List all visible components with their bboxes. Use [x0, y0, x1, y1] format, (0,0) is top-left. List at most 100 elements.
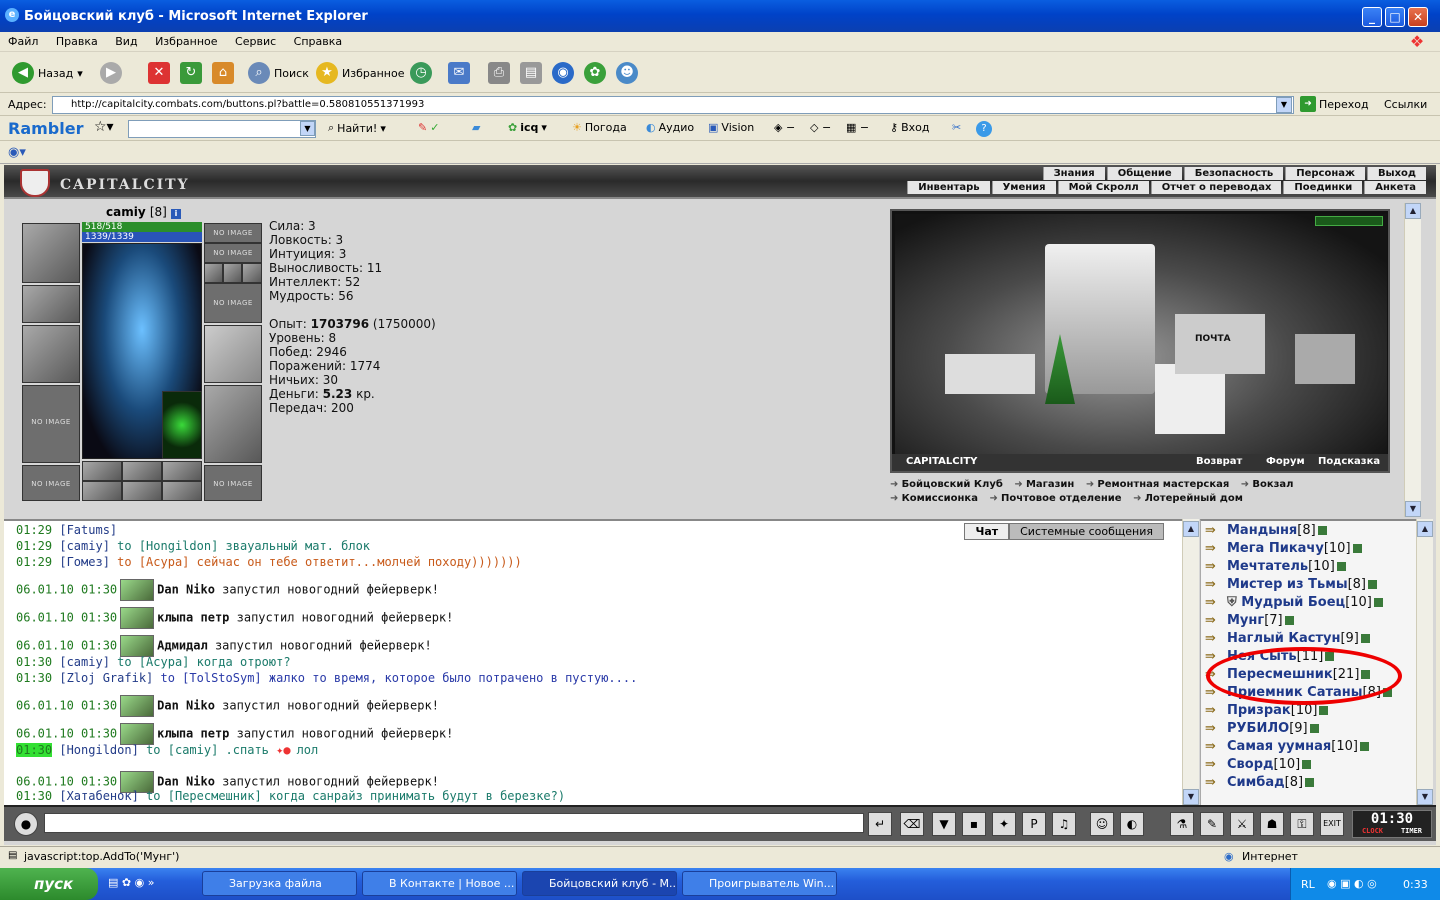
ring-slot-3[interactable] [162, 461, 202, 481]
chat-panel[interactable]: Чат Системные сообщения 01:29 [Fatums] 01… [4, 519, 1182, 805]
ring-slot-1[interactable] [82, 461, 122, 481]
belt-slot[interactable]: NO IMAGE [22, 465, 80, 501]
boots-slot[interactable]: NO IMAGE [204, 465, 262, 501]
user-info-icon[interactable] [1305, 778, 1315, 787]
chat-nick[interactable]: Dan Niko [157, 699, 215, 713]
nav-skills[interactable]: Умения [991, 181, 1056, 194]
shield-slot[interactable] [204, 325, 262, 383]
task-download[interactable]: Загрузка файла [202, 871, 357, 896]
link-consignment[interactable]: Комиссионка [890, 493, 978, 504]
nav-security[interactable]: Безопасность [1183, 167, 1284, 180]
private-message-arrow-icon[interactable]: ⇛ [1205, 523, 1227, 538]
user-list-item[interactable]: ⇛ Мандыня[8] [1205, 523, 1327, 538]
nav-knowledge[interactable]: Знания [1042, 167, 1105, 180]
city-map-image[interactable]: ПОЧТА [895, 214, 1387, 454]
private-message-arrow-icon[interactable]: ⇛ [1205, 541, 1227, 556]
nav-profile[interactable]: Анкета [1364, 181, 1426, 194]
rune-slot-1[interactable] [82, 481, 122, 501]
chat-nick[interactable]: [Fatums] [59, 523, 117, 537]
chat-mode-button[interactable]: ● [14, 812, 38, 836]
user-info-icon[interactable] [1284, 616, 1294, 625]
chat-nick[interactable]: [Гомез] [59, 555, 110, 569]
help-button[interactable]: ? [976, 121, 992, 137]
menu-tools[interactable]: Сервис [227, 32, 282, 48]
chat-timestamp[interactable]: 06.01.10 01:30 [16, 727, 117, 741]
filter-button[interactable]: ▼ [932, 812, 956, 836]
rune-slot-2[interactable] [122, 481, 162, 501]
character-name[interactable]: camiy [8] i [106, 205, 182, 219]
chat-scroll-down-button[interactable]: ▼ [1183, 789, 1199, 805]
link-shop[interactable]: Магазин [1014, 479, 1074, 490]
user-info-icon[interactable] [1373, 598, 1383, 607]
send-button[interactable]: ↵ [868, 812, 892, 836]
highlight-button[interactable]: ✎ ✓ [418, 121, 439, 134]
chat-nick[interactable]: Адмидал [157, 639, 208, 653]
chat-timestamp[interactable]: 01:30 [16, 743, 53, 757]
chat-scroll-up-button[interactable]: ▲ [1183, 521, 1199, 537]
legs-slot[interactable] [204, 385, 262, 463]
action-button-1[interactable]: ⚗ [1170, 812, 1194, 836]
left-building[interactable] [945, 354, 1035, 394]
user-list-item[interactable]: ⇛ Призрак[10] [1205, 703, 1329, 718]
private-message-arrow-icon[interactable]: ⇛ [1205, 577, 1227, 592]
tab-system-messages[interactable]: Системные сообщения [1009, 523, 1164, 540]
chat-timestamp[interactable]: 06.01.10 01:30 [16, 611, 117, 625]
link-post-office[interactable]: Почтовое отделение [989, 493, 1121, 504]
audio-button[interactable]: ◐ Аудио [646, 121, 694, 134]
task-vkontakte[interactable]: В Контакте | Новое ... [362, 871, 517, 896]
rambler-search-input[interactable] [128, 120, 316, 138]
private-message-arrow-icon[interactable]: ⇛ [1205, 613, 1227, 628]
user-list-item[interactable]: ⇛ Симбад[8] [1205, 775, 1315, 790]
gloves-slot[interactable]: NO IMAGE [204, 283, 262, 323]
user-nick[interactable]: Симбад [1227, 775, 1285, 790]
find-button[interactable]: ⌕ Найти! ▾ [328, 121, 386, 135]
task-fight-club[interactable]: Бойцовский клуб - М... [522, 871, 677, 896]
small-slot-3[interactable] [242, 263, 262, 283]
user-info-icon[interactable] [1359, 742, 1369, 751]
right-building[interactable] [1295, 334, 1355, 384]
scroll-down-button[interactable]: ▼ [1405, 501, 1421, 517]
chat-timestamp[interactable]: 06.01.10 01:30 [16, 639, 117, 653]
user-nick[interactable]: Мистер из Тьмы [1227, 577, 1348, 592]
necklace-slot[interactable]: NO IMAGE [204, 243, 262, 263]
user-list-item[interactable]: ⇛ Мунг[7] [1205, 613, 1294, 628]
chat-timestamp[interactable]: 01:29 [16, 539, 52, 553]
quicklaunch-icons[interactable]: ▤ ✿ ◉ » [108, 876, 154, 889]
nav-exit[interactable]: Выход [1366, 167, 1426, 180]
forward-button[interactable]: ▶ [100, 61, 122, 85]
mail-button[interactable]: ✉ [448, 61, 470, 85]
user-list-item[interactable]: ⇛ Сворд[10] [1205, 757, 1312, 772]
city-view[interactable]: ПОЧТА CAPITALCITY Возврат Форум Подсказк… [890, 209, 1390, 473]
user-list-item[interactable]: ⇛ Мечтатель[10] [1205, 559, 1346, 574]
user-nick[interactable]: Сворд [1227, 757, 1274, 772]
user-nick[interactable]: Мандыня [1227, 523, 1297, 538]
user-nick[interactable]: Мудрый Боец [1241, 595, 1345, 610]
task-media-player[interactable]: Проигрыватель Win... [682, 871, 837, 896]
exit-button[interactable]: EXIT [1320, 812, 1344, 836]
menu-view[interactable]: Вид [107, 32, 143, 48]
action-button-3[interactable]: ⚔ [1230, 812, 1254, 836]
info-icon[interactable]: i [171, 209, 182, 219]
favorite-star-icon[interactable]: ☆▾ [94, 119, 114, 135]
chat-nick[interactable]: [Хатабенок] [59, 789, 138, 803]
toolbar-icon[interactable]: ◉▾ [8, 145, 26, 160]
smiley-button[interactable]: ☺ [1090, 812, 1114, 836]
church-building[interactable] [1155, 364, 1225, 434]
stop-button[interactable]: ✕ [148, 61, 170, 85]
icq-toolbar-button[interactable]: ✿ [584, 61, 606, 85]
chat-nick[interactable]: [camiy] [59, 655, 110, 669]
rambler-logo[interactable]: Rambler [8, 119, 83, 138]
chat-nick[interactable]: [Hongildon] [59, 743, 138, 757]
user-nick[interactable]: Призрак [1227, 703, 1291, 718]
nav-inventory[interactable]: Инвентарь [907, 181, 990, 194]
search-button[interactable]: ⌕ Поиск [248, 61, 309, 85]
chat-nick[interactable]: клыпа петр [157, 611, 229, 625]
chat-timestamp[interactable]: 01:29 [16, 555, 52, 569]
menu-file[interactable]: Файл [0, 32, 44, 48]
fight-button[interactable]: ✦ [992, 812, 1016, 836]
start-button[interactable]: пуск [0, 868, 98, 900]
url-dropdown-button[interactable]: ▼ [1276, 97, 1292, 113]
contacts-button[interactable]: ☻ [616, 61, 638, 85]
home-button[interactable]: ⌂ [212, 61, 234, 85]
user-nick[interactable]: Мега Пикачу [1227, 541, 1324, 556]
